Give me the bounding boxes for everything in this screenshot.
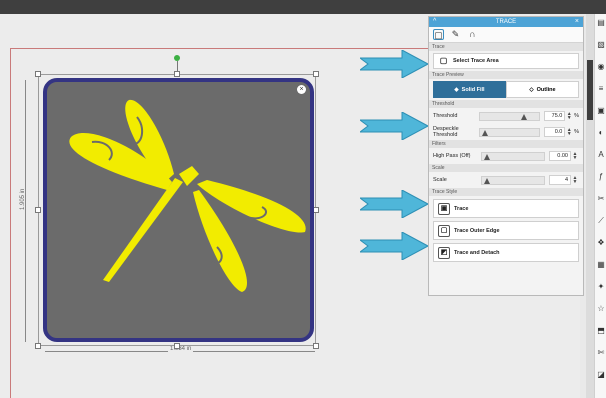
threshold-unit: % <box>574 113 579 119</box>
trace-and-detach-label: Trace and Detach <box>454 249 500 256</box>
text-icon[interactable]: A <box>596 150 606 160</box>
right-toolbar: ▤ ▧ ◉ ≡ ▣ ◐ A ƒ ✂ ⟋ ❖ ▦ ✦ ☆ ⬒ ✄ ◪ <box>594 14 606 398</box>
solid-fill-option[interactable]: ◆ Solid Fill <box>433 81 506 98</box>
outline-icon: ◇ <box>529 86 534 93</box>
trace-button[interactable]: ▣ Trace <box>433 199 579 218</box>
trace-icon[interactable]: ▣ <box>596 106 606 116</box>
select-trace-area-label: Select Trace Area <box>453 57 499 64</box>
trace-button-label: Trace <box>454 205 469 212</box>
despeckle-unit: % <box>574 129 579 135</box>
page-edge-left <box>10 48 11 398</box>
trace-outer-edge-label: Trace Outer Edge <box>454 227 500 234</box>
app-top-bar <box>0 0 606 14</box>
trace-tool-row: ▢ ✎ ∩ <box>429 27 583 43</box>
solid-fill-icon: ◆ <box>454 86 459 93</box>
high-pass-slider-thumb[interactable] <box>484 153 490 160</box>
pointer-arrow-3 <box>360 190 428 218</box>
select-area-tool-icon[interactable]: ▢ <box>433 29 444 40</box>
threshold-spinner[interactable]: ▲ ▼ <box>566 112 572 121</box>
scale-row: Scale 4 ▲ ▼ <box>429 172 583 188</box>
threshold-row: Threshold 75.0 ▲ ▼ % <box>429 108 583 124</box>
despeckle-row: Despeckle Threshold 0.0 ▲ ▼ % <box>429 124 583 140</box>
preview-toggle: ◆ Solid Fill ◇ Outline <box>433 81 579 98</box>
cut-icon[interactable]: ✄ <box>596 348 606 358</box>
scrollbar-thumb[interactable] <box>587 60 593 120</box>
section-filters: Filters <box>429 140 583 148</box>
threshold-slider[interactable] <box>478 111 541 121</box>
despeckle-label: Despeckle Threshold <box>433 126 459 138</box>
eyedropper-tool-icon[interactable]: ✎ <box>450 29 461 40</box>
trace-and-detach-icon: ◩ <box>438 246 450 259</box>
star-icon[interactable]: ☆ <box>596 304 606 314</box>
scale-slider[interactable] <box>481 175 545 185</box>
panel-title: TRACE <box>495 19 517 25</box>
contrast-icon[interactable]: ◐ <box>596 128 606 138</box>
scale-label: Scale <box>433 177 447 183</box>
trace-icon: ▣ <box>438 202 450 215</box>
pointer-arrow-4 <box>360 232 428 260</box>
wand-icon[interactable]: ✦ <box>596 282 606 292</box>
resize-handle-left[interactable] <box>35 207 41 213</box>
pointer-arrow-1 <box>360 50 428 78</box>
trace-panel: ^ TRACE × ▢ ✎ ∩ Trace ▢ Select Trace Are… <box>428 16 584 296</box>
high-pass-spinner[interactable]: ▲ ▼ <box>572 152 578 161</box>
despeckle-slider[interactable] <box>478 127 541 137</box>
eraser-icon[interactable]: ◪ <box>596 370 606 380</box>
replicate-icon[interactable]: ❖ <box>596 238 606 248</box>
transform-icon[interactable]: ⬒ <box>596 326 606 336</box>
section-threshold: Threshold <box>429 100 583 108</box>
knife-icon[interactable]: ⟋ <box>596 216 606 226</box>
resize-handle-bottom-left[interactable] <box>35 343 41 349</box>
page-edge-top <box>10 48 430 49</box>
library-icon[interactable]: ▦ <box>596 260 606 270</box>
trace-and-detach-button[interactable]: ◩ Trace and Detach <box>433 243 579 262</box>
line-icon[interactable]: ≡ <box>596 84 606 94</box>
despeckle-value-field[interactable]: 0.0 <box>544 127 566 137</box>
resize-handle-top[interactable] <box>174 71 180 77</box>
threshold-slider-thumb[interactable] <box>520 113 527 120</box>
pointer-arrow-2 <box>360 112 428 140</box>
section-trace-preview: Trace Preview <box>429 71 583 79</box>
collapse-icon[interactable]: ^ <box>433 17 436 27</box>
outline-label: Outline <box>536 86 556 93</box>
section-trace: Trace <box>429 43 583 51</box>
width-dimension-label: 1.934 in <box>168 346 194 352</box>
despeckle-slider-thumb[interactable] <box>481 129 488 136</box>
scale-value-field[interactable]: 4 <box>549 175 571 185</box>
trace-outer-edge-button[interactable]: ▢ Trace Outer Edge <box>433 221 579 240</box>
resize-handle-bottom[interactable] <box>174 343 180 349</box>
threshold-label: Threshold <box>433 113 458 119</box>
resize-handle-top-right[interactable] <box>313 71 319 77</box>
close-icon[interactable]: × <box>575 17 579 27</box>
font-icon[interactable]: ƒ <box>596 172 606 182</box>
select-trace-area-button[interactable]: ▢ Select Trace Area <box>433 53 579 69</box>
resize-handle-bottom-right[interactable] <box>313 343 319 349</box>
high-pass-row: High Pass (Off) 0.00 ▲ ▼ <box>429 148 583 164</box>
despeckle-spinner[interactable]: ▲ ▼ <box>566 128 572 137</box>
high-pass-slider[interactable] <box>481 151 545 161</box>
dragonfly-graphic <box>69 99 306 292</box>
fill-icon[interactable]: ◉ <box>596 62 606 72</box>
scale-spinner[interactable]: ▲ ▼ <box>572 176 578 185</box>
dragonfly-image[interactable]: × <box>43 78 314 342</box>
scissors-icon[interactable]: ✂ <box>596 194 606 204</box>
resize-handle-top-left[interactable] <box>35 71 41 77</box>
page-setup-icon[interactable]: ▤ <box>596 18 606 28</box>
select-area-icon: ▢ <box>439 56 448 65</box>
trace-panel-header: ^ TRACE × <box>429 17 583 27</box>
height-dimension-line <box>25 80 26 342</box>
scale-slider-thumb[interactable] <box>484 177 490 184</box>
high-pass-value-field[interactable]: 0.00 <box>549 151 571 161</box>
high-pass-label: High Pass (Off) <box>433 153 471 159</box>
height-dimension-label: 1.905 in <box>20 188 26 210</box>
section-scale: Scale <box>429 164 583 172</box>
threshold-value-field[interactable]: 75.0 <box>544 111 566 121</box>
section-trace-style: Trace Style <box>429 188 583 196</box>
trace-outer-edge-icon: ▢ <box>438 224 450 237</box>
image-icon[interactable]: ▧ <box>596 40 606 50</box>
rotate-handle[interactable] <box>174 55 180 61</box>
solid-fill-label: Solid Fill <box>461 86 485 93</box>
magnet-tool-icon[interactable]: ∩ <box>467 29 478 40</box>
outline-option[interactable]: ◇ Outline <box>506 81 579 98</box>
